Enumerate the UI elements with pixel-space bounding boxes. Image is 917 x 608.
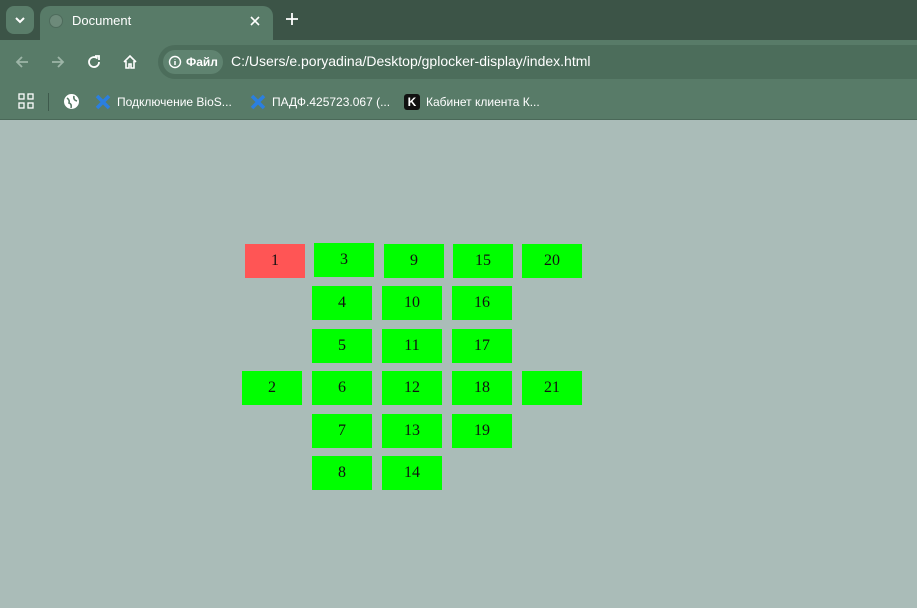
back-button[interactable] — [10, 50, 34, 74]
tab-title: Document — [72, 13, 132, 28]
locker-5[interactable]: 5 — [312, 329, 372, 363]
locker-number: 18 — [474, 379, 490, 396]
locker-3[interactable]: 3 — [314, 243, 374, 277]
locker-number: 14 — [404, 464, 420, 481]
locker-14[interactable]: 14 — [382, 456, 442, 490]
locker-11[interactable]: 11 — [382, 329, 442, 363]
home-button[interactable] — [118, 50, 142, 74]
locker-19[interactable]: 19 — [452, 414, 512, 448]
locker-number: 21 — [544, 379, 560, 396]
bookmark-label: ПАДФ.425723.067 (... — [272, 95, 391, 109]
address-bar[interactable]: Файл C:/Users/e.poryadina/Desktop/gplock… — [158, 45, 917, 79]
bookmark-bios[interactable]: Подключение BioS... — [95, 91, 232, 113]
locker-number: 9 — [410, 252, 418, 269]
locker-number: 15 — [475, 252, 491, 269]
reload-icon — [88, 55, 100, 68]
tab-document[interactable]: Document — [40, 6, 273, 40]
apps-grid-icon[interactable] — [18, 93, 34, 109]
locker-number: 10 — [404, 294, 420, 311]
url-text[interactable]: C:/Users/e.poryadina/Desktop/gplocker-di… — [231, 53, 591, 69]
locker-number: 20 — [544, 252, 560, 269]
locker-number: 3 — [340, 251, 348, 268]
locker-12[interactable]: 12 — [382, 371, 442, 405]
locker-13[interactable]: 13 — [382, 414, 442, 448]
locker-number: 7 — [338, 422, 346, 439]
locker-20[interactable]: 20 — [522, 244, 582, 278]
locker-number: 1 — [271, 252, 279, 269]
forward-button[interactable] — [46, 50, 70, 74]
locker-number: 16 — [474, 294, 490, 311]
locker-10[interactable]: 10 — [382, 286, 442, 320]
tab-strip: Document — [0, 0, 917, 40]
new-tab-button[interactable] — [281, 8, 303, 30]
close-icon — [250, 16, 260, 26]
locker-number: 12 — [404, 379, 420, 396]
locker-2[interactable]: 2 — [242, 371, 302, 405]
info-icon — [168, 55, 182, 69]
locker-number: 4 — [338, 294, 346, 311]
locker-number: 6 — [338, 379, 346, 396]
globe-favicon-icon — [49, 14, 63, 28]
locker-18[interactable]: 18 — [452, 371, 512, 405]
locker-15[interactable]: 15 — [453, 244, 513, 278]
locker-7[interactable]: 7 — [312, 414, 372, 448]
bookmark-padf[interactable]: ПАДФ.425723.067 (... — [250, 91, 390, 113]
locker-1[interactable]: 1 — [245, 244, 305, 278]
locker-number: 5 — [338, 337, 346, 354]
arrow-right-icon — [52, 56, 65, 68]
k-logo-icon: K — [404, 94, 420, 110]
bookmark-cabinet[interactable]: K Кабинет клиента К... — [404, 91, 540, 113]
locker-number: 13 — [404, 422, 420, 439]
tab-close-button[interactable] — [245, 11, 265, 31]
reload-button[interactable] — [82, 50, 106, 74]
site-info-chip[interactable]: Файл — [163, 50, 223, 74]
locker-17[interactable]: 17 — [452, 329, 512, 363]
locker-number: 11 — [404, 337, 420, 354]
locker-16[interactable]: 16 — [452, 286, 512, 320]
locker-6[interactable]: 6 — [312, 371, 372, 405]
locker-number: 17 — [474, 337, 490, 354]
home-icon — [123, 54, 137, 69]
site-info-label: Файл — [186, 55, 218, 69]
locker-number: 8 — [338, 464, 346, 481]
locker-21[interactable]: 21 — [522, 371, 582, 405]
bookmark-x-icon — [250, 94, 266, 110]
bookmark-label: Кабинет клиента К... — [426, 95, 540, 109]
locker-8[interactable]: 8 — [312, 456, 372, 490]
globe-icon[interactable] — [63, 93, 80, 110]
locker-number: 2 — [268, 379, 276, 396]
chevron-down-icon — [15, 17, 25, 24]
bookmark-x-icon — [95, 94, 111, 110]
locker-number: 19 — [474, 422, 490, 439]
locker-9[interactable]: 9 — [384, 244, 444, 278]
bookmarks-separator — [48, 93, 49, 111]
bookmarks-bar: Подключение BioS... ПАДФ.425723.067 (...… — [0, 84, 917, 120]
arrow-left-icon — [15, 56, 28, 68]
tab-search-button[interactable] — [6, 6, 34, 34]
locker-4[interactable]: 4 — [312, 286, 372, 320]
browser-toolbar: Файл C:/Users/e.poryadina/Desktop/gplock… — [0, 40, 917, 84]
plus-icon — [286, 13, 298, 25]
bookmark-label: Подключение BioS... — [117, 95, 232, 109]
